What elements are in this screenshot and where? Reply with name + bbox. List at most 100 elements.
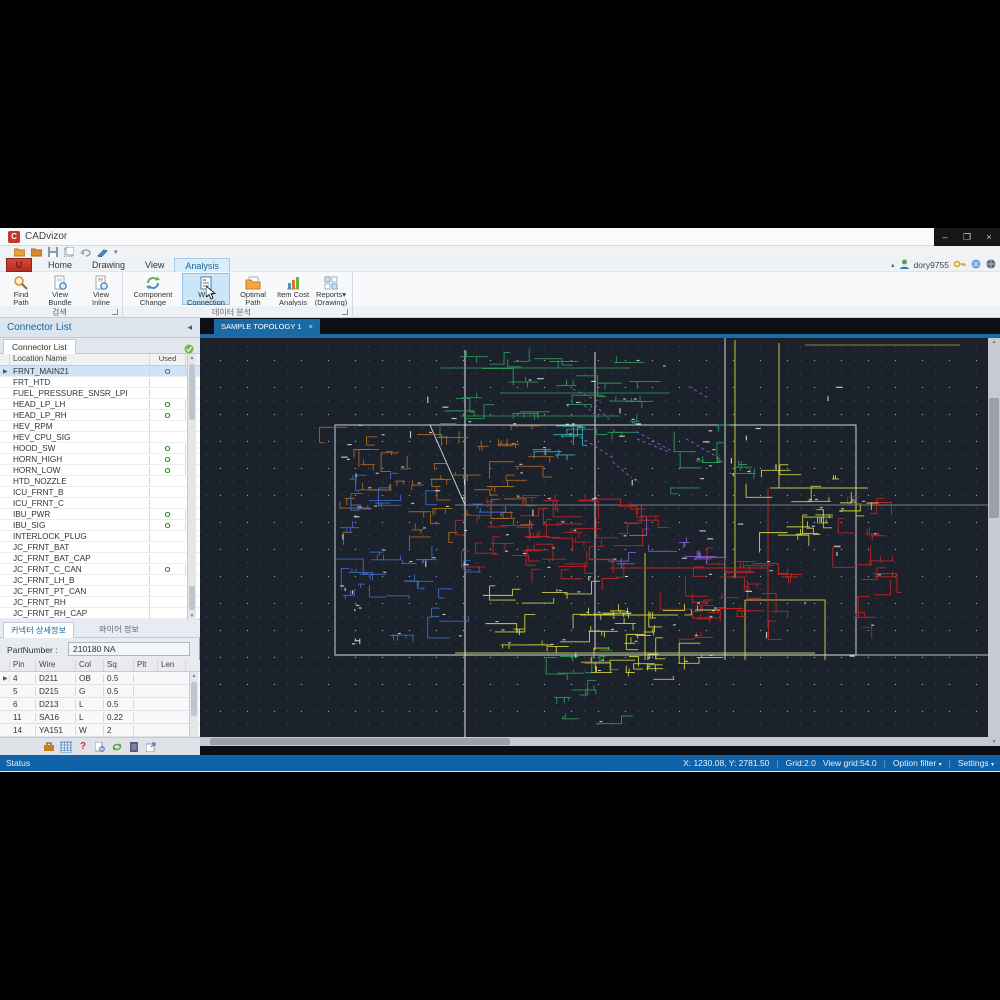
canvas-horizontal-scrollbar[interactable] (200, 737, 988, 746)
quick-access-toolbar: ▾ (0, 246, 1000, 258)
import-folder-icon[interactable] (31, 247, 42, 257)
connector-row[interactable]: JC_FRNT_BAT (0, 542, 200, 553)
status-progress-strip (75, 771, 610, 772)
globe-icon[interactable] (971, 259, 981, 271)
tab-connector-list[interactable]: Connector List (3, 339, 76, 354)
wire-row[interactable]: 6 D213 L 0.5 (0, 698, 200, 711)
grid-view-icon[interactable] (60, 740, 72, 753)
connector-row[interactable]: HORN_LOW O (0, 465, 200, 476)
connector-row[interactable]: HEAD_LP_LH O (0, 399, 200, 410)
ribbon-body: Find Path View Bundle View Inline Compon… (0, 272, 1000, 315)
canvas-vertical-scrollbar[interactable]: ▲ ▼ (988, 338, 1000, 746)
connector-scrollbar[interactable]: ▲ ▼ (187, 354, 196, 620)
part-number-field[interactable]: 210180 NA (68, 642, 190, 656)
topology-canvas[interactable] (200, 338, 988, 746)
wire-column-wire[interactable]: Wire (36, 660, 76, 671)
view-inline-button[interactable]: View Inline (82, 273, 120, 307)
connector-row[interactable]: ICU_FRNT_B (0, 487, 200, 498)
status-text: Status (6, 758, 31, 768)
app-menu-button[interactable]: U (6, 258, 32, 272)
connector-table-header: Location Name Used (0, 354, 200, 366)
connector-row[interactable]: FUEL_PRESSURE_SNSR_LPI (0, 388, 200, 399)
reports-button[interactable]: Reports▾ (Drawing) (313, 273, 349, 307)
connector-row[interactable]: IBU_SIG O (0, 520, 200, 531)
wire-column-sq[interactable]: Sq (104, 660, 134, 671)
optimal-path-button[interactable]: Optimal PathReport (233, 273, 273, 315)
collapse-ribbon-icon[interactable]: ▴ (891, 261, 895, 269)
panel-collapse-icon[interactable]: ◂ (187, 322, 192, 333)
key-icon[interactable] (953, 260, 966, 270)
ribbon-tab-drawing[interactable]: Drawing (82, 258, 135, 272)
document-tab-close-icon[interactable]: × (308, 319, 312, 334)
reports-icon (314, 275, 348, 291)
wire-column-pin[interactable]: Pin (10, 660, 36, 671)
connector-row[interactable]: HORN_HIGH O (0, 454, 200, 465)
connector-row[interactable]: HTD_NOZZLE (0, 476, 200, 487)
connector-row[interactable]: JC_FRNT_RH_CAP (0, 608, 200, 619)
minimize-button[interactable]: – (937, 232, 953, 242)
wire-row[interactable]: 5 D215 G 0.5 (0, 685, 200, 698)
sync-icon[interactable] (111, 741, 123, 753)
connector-row[interactable]: JC_FRNT_BAT_CAP (0, 553, 200, 564)
open-folder-icon[interactable] (14, 247, 25, 257)
option-filter-dropdown[interactable]: Option filter ▾ (893, 758, 942, 768)
help-icon[interactable]: ? (77, 741, 89, 753)
ribbon-tab-analysis[interactable]: Analysis (174, 258, 230, 272)
connector-row[interactable]: ▶ FRNT_MAIN21 O (0, 366, 200, 377)
connector-row[interactable]: HEV_RPM (0, 421, 200, 432)
group-launcher-icon[interactable] (112, 309, 118, 315)
connector-row[interactable]: HEV_CPU_SIG (0, 432, 200, 443)
group-separator (352, 272, 353, 318)
part-number-label: PartNumber : (7, 645, 58, 655)
connector-row[interactable]: FRT_HTD (0, 377, 200, 388)
item-cost-button[interactable]: Item Cost Analysis (275, 273, 311, 307)
export-icon[interactable] (145, 741, 157, 753)
connector-row[interactable]: INTERLOCK_PLUG (0, 531, 200, 542)
wire-row[interactable]: ▶ 4 D211 OB 0.5 (0, 672, 200, 685)
restore-button[interactable]: ❐ (959, 232, 975, 243)
wire-column-col[interactable]: Col (76, 660, 104, 671)
save-icon[interactable] (48, 247, 58, 257)
close-button[interactable]: × (981, 232, 997, 242)
column-used[interactable]: Used (150, 354, 186, 365)
column-location-name[interactable]: Location Name (10, 354, 150, 365)
tab-connector-detail[interactable]: 커넥터 상세정보 (3, 622, 75, 638)
group-launcher-icon[interactable] (342, 309, 348, 315)
wire-column-plt[interactable]: Plt (134, 660, 158, 671)
connector-row[interactable]: JC_FRNT_C_CAN O (0, 564, 200, 575)
connector-row[interactable]: HOOD_SW O (0, 443, 200, 454)
tab-wire-info[interactable]: 와이어 정보 (92, 622, 146, 638)
toolbox-icon[interactable] (43, 741, 55, 753)
save-all-icon[interactable] (64, 247, 74, 257)
component-change-button[interactable]: ComponentChange Simulation (126, 273, 180, 315)
connector-row[interactable]: JC_FRNT_PT_CAN (0, 586, 200, 597)
search-page-icon[interactable] (94, 741, 106, 753)
qat-dropdown-icon[interactable]: ▾ (114, 248, 118, 256)
settings-dropdown[interactable]: Settings ▾ (958, 758, 994, 768)
ribbon-tab-view[interactable]: View (135, 258, 174, 272)
view-grid-setting[interactable]: View grid:54.0 (823, 758, 877, 768)
connector-row[interactable]: HEAD_LP_RH O (0, 410, 200, 421)
connector-row[interactable]: IBU_PWR O (0, 509, 200, 520)
ribbon-group-row: 검색 데이터 분석 (0, 306, 1000, 318)
connector-row[interactable]: JC_FRNT_LH_B (0, 575, 200, 586)
document-tab-label: SAMPLE TOPOLOGY 1 (221, 322, 302, 331)
panel-tab-strip: Connector List (0, 338, 200, 354)
wire-row[interactable]: 11 SA16 L 0.22 (0, 711, 200, 724)
redo-pen-icon[interactable] (97, 247, 108, 257)
grid-setting[interactable]: Grid:2.0 (786, 758, 816, 768)
connector-row[interactable]: JC_FRNT_RH (0, 597, 200, 608)
wire-column-len[interactable]: Len (158, 660, 186, 671)
connector-row[interactable]: ICU_FRNT_C (0, 498, 200, 509)
ribbon-tab-home[interactable]: Home (38, 258, 82, 272)
wire-row[interactable]: 14 YA151 W 2 (0, 724, 200, 737)
document-tab[interactable]: SAMPLE TOPOLOGY 1 × (214, 319, 320, 334)
ribbon-tab-row: U Home Drawing View Analysis ▴ dory9755 (0, 258, 1000, 272)
document-icon[interactable] (128, 741, 140, 753)
undo-icon[interactable] (80, 247, 91, 257)
find-path-button[interactable]: Find Path (4, 273, 38, 307)
cursor-position: X: 1230.08, Y: 2781.50 (683, 758, 770, 768)
globe-dark-icon[interactable] (986, 259, 996, 271)
view-bundle-button[interactable]: View Bundle (40, 273, 80, 307)
item-cost-icon (276, 275, 310, 291)
